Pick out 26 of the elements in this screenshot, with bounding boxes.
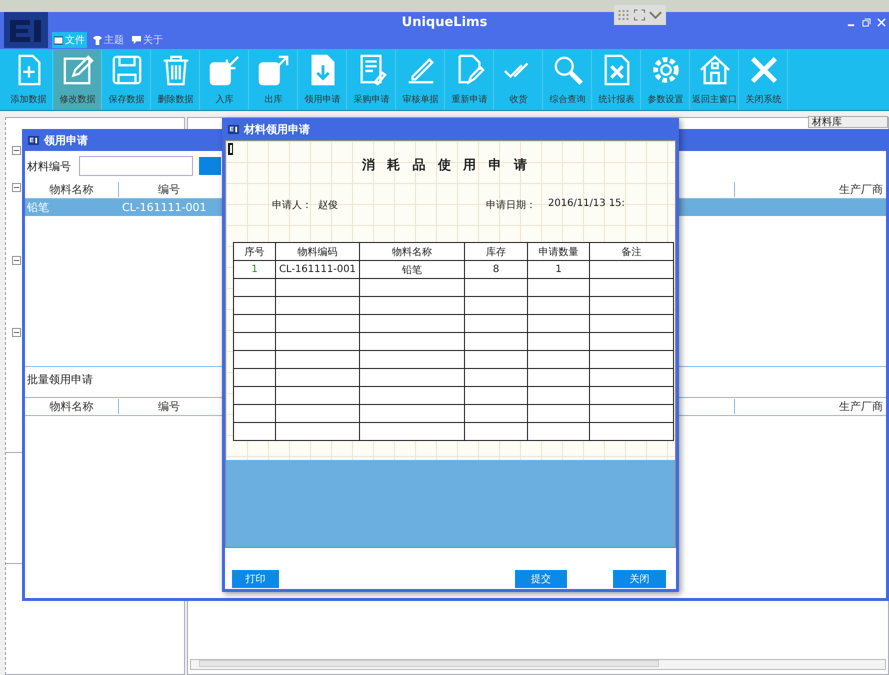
column-header: 序号 [234, 242, 276, 260]
table-cell: 1 [528, 260, 590, 278]
field-label: 申请日期： [486, 198, 536, 212]
column-header: 编号 [157, 182, 181, 197]
column-header: 物料名称 [25, 399, 119, 414]
applicant-name: 赵俊 [318, 198, 338, 212]
window-title: 领用申请 [44, 132, 88, 148]
column-header: 物料编码 [276, 242, 360, 260]
table-cell: 8 [464, 260, 528, 278]
column-header: 物料名称 [360, 242, 464, 260]
column-header: 备注 [590, 242, 674, 260]
app-title: UniqueLims [402, 14, 488, 30]
column-header: 库存 [464, 242, 528, 260]
field-label: 材料编号 [27, 158, 72, 174]
column-header: 申请数量 [528, 242, 590, 260]
request-date: 2016/11/13 15: [548, 198, 625, 209]
table-cell: CL-161111-001 [276, 260, 360, 278]
column-header: 物料名称 [25, 182, 119, 197]
field-label: 申请人： [272, 198, 312, 212]
form-title: 消耗品使用申请 [360, 157, 540, 175]
table-cell: 1 [234, 260, 276, 278]
dialog-title: 材料领用申请 [244, 122, 310, 136]
column-header: 生产厂商 [734, 182, 886, 197]
column-header: 生产厂商 [734, 399, 886, 414]
column-header: 编号 [157, 399, 181, 414]
table-cell: 铅笔 [360, 260, 464, 278]
